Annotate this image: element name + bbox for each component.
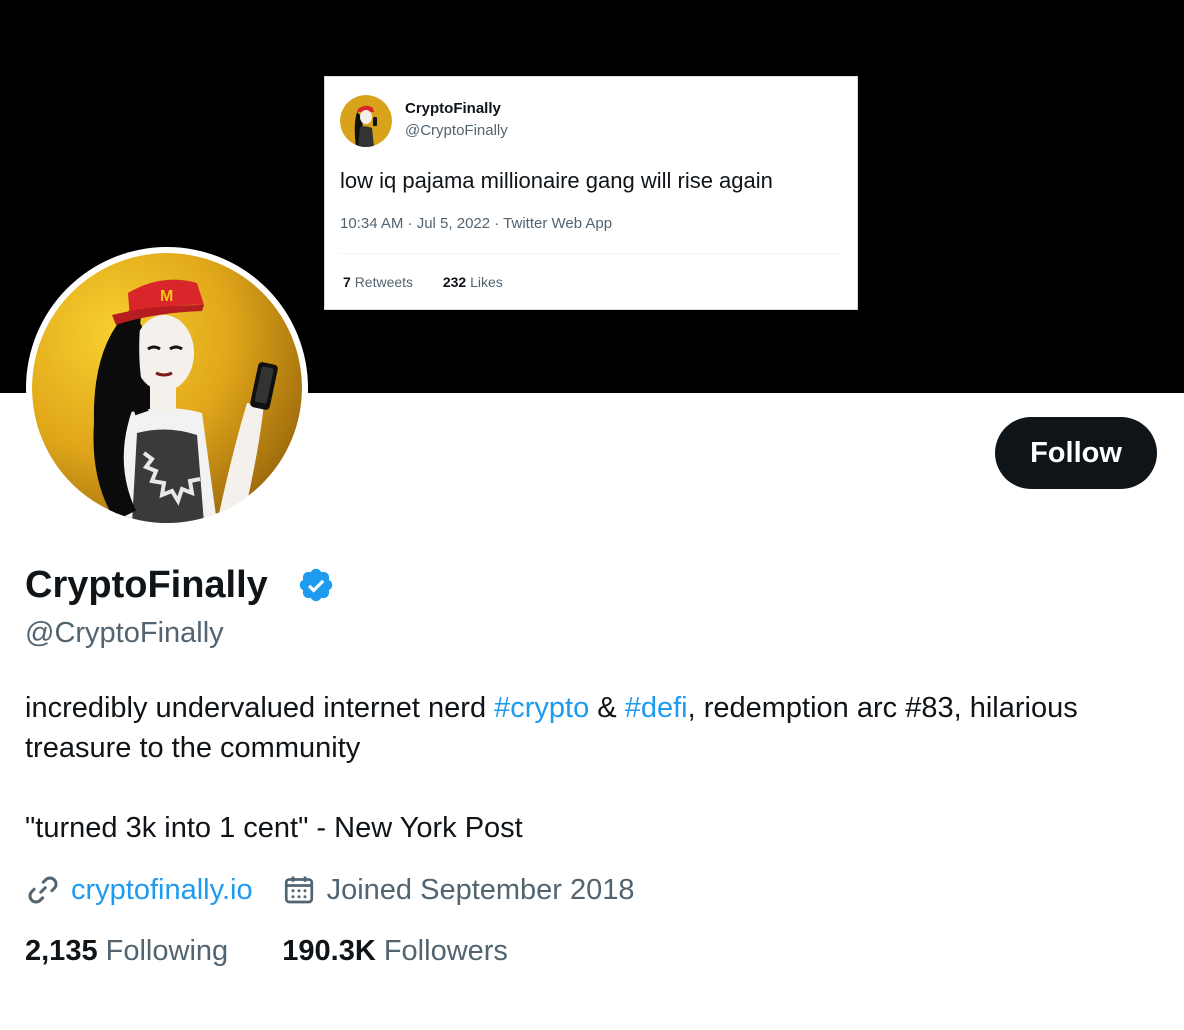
following-count: 2,135 xyxy=(25,935,98,967)
bio-text: incredibly undervalued internet nerd xyxy=(25,692,495,724)
likes-label: Likes xyxy=(470,274,503,290)
followers-link[interactable]: 190.3K Followers xyxy=(282,935,508,967)
follow-button[interactable]: Follow xyxy=(995,417,1157,489)
tweet-timestamp: 10:34 AM · Jul 5, 2022 · Twitter Web App xyxy=(340,215,613,232)
svg-text:M: M xyxy=(160,288,173,305)
tweet-stats: 7 Retweets 232 Likes xyxy=(343,274,503,290)
profile-handle: @CryptoFinally xyxy=(25,617,224,649)
banner-tweet-screenshot: CryptoFinally @CryptoFinally low iq paja… xyxy=(324,76,858,310)
profile-bio: incredibly undervalued internet nerd #cr… xyxy=(25,688,1145,768)
followers-count: 190.3K xyxy=(282,935,376,967)
hashtag-crypto[interactable]: #crypto xyxy=(494,692,589,724)
avatar-image: M xyxy=(32,253,302,523)
tweet-text: low iq pajama millionaire gang will rise… xyxy=(340,168,773,193)
link-icon xyxy=(28,876,58,904)
tweet-divider xyxy=(340,253,842,254)
tweet-avatar xyxy=(340,95,392,147)
bio-text: & xyxy=(589,692,625,724)
tweet-author-handle: @CryptoFinally xyxy=(405,122,508,139)
following-link[interactable]: 2,135 Following xyxy=(25,935,236,967)
joined-date: Joined September 2018 xyxy=(326,873,635,906)
hashtag-defi[interactable]: #defi xyxy=(625,692,688,724)
following-label: Following xyxy=(105,935,229,967)
display-name: CryptoFinally xyxy=(25,564,268,606)
website-link[interactable]: cryptofinally.io xyxy=(71,874,253,907)
retweets-label: Retweets xyxy=(354,274,414,290)
verified-badge-icon[interactable] xyxy=(297,566,335,604)
profile-meta: cryptofinally.io Joined September 2018 xyxy=(25,870,635,910)
tweet-author-name: CryptoFinally xyxy=(405,100,501,117)
likes-count: 232 xyxy=(442,274,467,290)
bio-quote: "turned 3k into 1 cent" - New York Post xyxy=(25,812,523,844)
follow-stats: 2,135 Following 190.3K Followers xyxy=(25,935,508,968)
calendar-icon xyxy=(284,876,313,904)
retweets-count: 7 xyxy=(343,274,351,290)
followers-label: Followers xyxy=(383,935,508,967)
profile-avatar[interactable]: M xyxy=(26,247,308,529)
